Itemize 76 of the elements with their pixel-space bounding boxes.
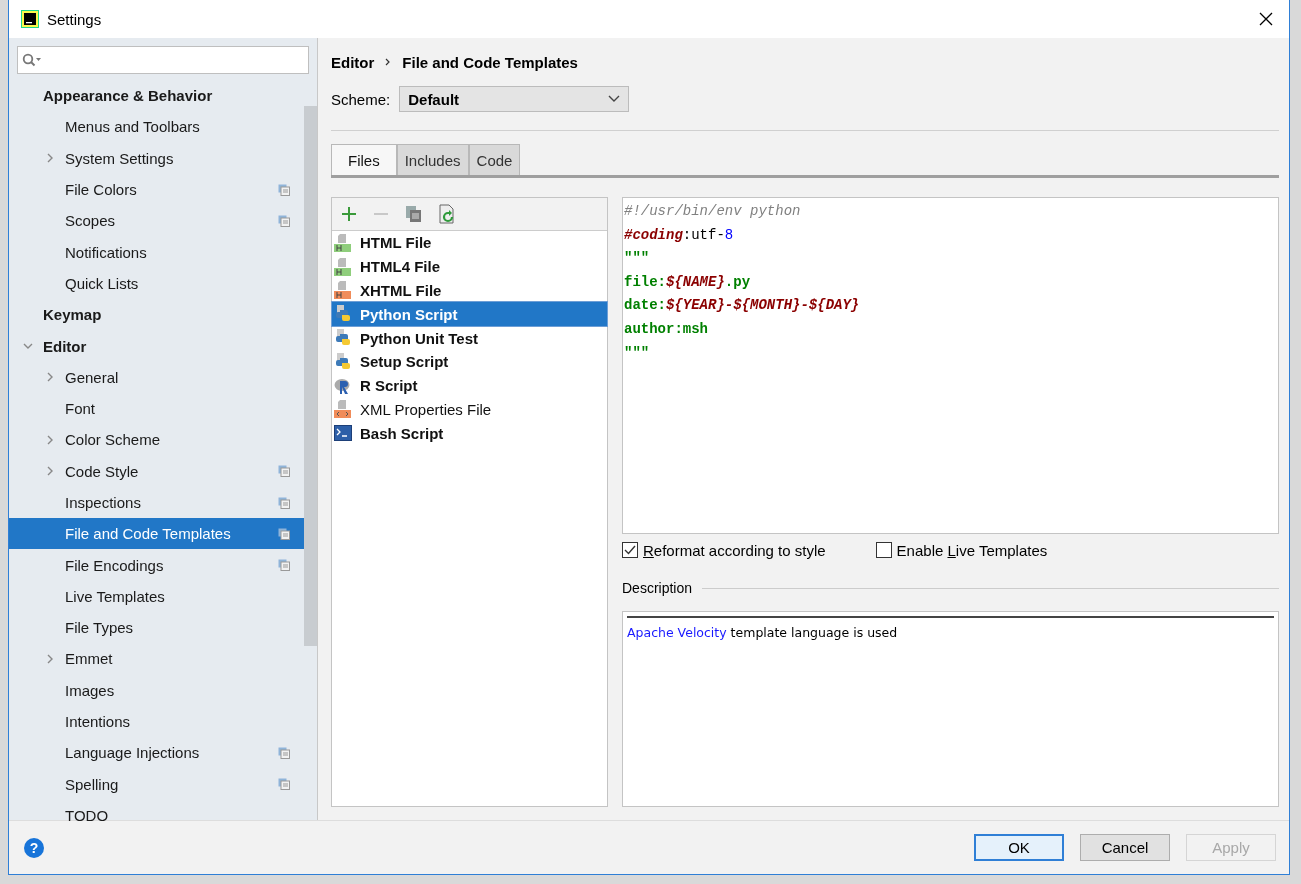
settings-tree-item[interactable]: Emmet — [9, 643, 304, 675]
copy-icon[interactable] — [405, 205, 423, 223]
template-item[interactable]: XHTML File — [332, 278, 607, 303]
settings-tree-item[interactable]: Code Style — [9, 455, 304, 487]
settings-tree-item[interactable]: Quick Lists — [9, 267, 304, 300]
code-line: #coding:utf-8 — [624, 226, 735, 245]
section-title: Description — [622, 580, 693, 596]
python-file-icon — [334, 305, 352, 324]
close-icon[interactable] — [1259, 12, 1273, 26]
add-icon[interactable] — [341, 206, 357, 222]
code-line: """ — [624, 344, 651, 363]
template-item[interactable]: HTML File — [332, 231, 607, 255]
template-item[interactable]: Bash Script — [332, 421, 607, 446]
tab[interactable]: Files — [331, 144, 397, 175]
settings-tree-item[interactable]: Live Templates — [9, 580, 304, 613]
settings-tree-item[interactable]: Appearance & Behavior — [9, 80, 304, 112]
scheme-dropdown[interactable]: Default — [399, 86, 630, 112]
description-text: Apache Velocity template language is used — [627, 625, 899, 640]
file-type-icon — [334, 281, 352, 300]
dialog-button[interactable]: Cancel — [1080, 834, 1170, 861]
settings-tree-item[interactable]: General — [9, 361, 304, 393]
template-item[interactable]: HTML4 File — [332, 254, 607, 279]
code-line: date:${YEAR}-${MONTH}-${DAY} — [624, 297, 861, 316]
template-item[interactable]: R Script — [332, 373, 607, 398]
template-item[interactable]: Python Script — [332, 302, 607, 327]
settings-tree-item[interactable]: Notifications — [9, 236, 304, 268]
terminal-icon — [334, 425, 352, 442]
code-line: author:msh — [624, 320, 709, 339]
template-item[interactable]: Python Unit Test — [332, 326, 607, 350]
checkbox[interactable] — [622, 542, 638, 558]
help-button[interactable]: ? — [24, 837, 44, 858]
settings-tree-item[interactable]: Font — [9, 392, 304, 425]
caret-icon — [608, 95, 621, 103]
breadcrumb-item: File and Code Templates — [402, 53, 578, 71]
scheme-label: Scheme: — [331, 90, 391, 108]
dialog-button[interactable]: OK — [974, 834, 1064, 861]
python-file-icon — [334, 329, 352, 348]
code-line: #!/usr/bin/env python — [624, 203, 802, 221]
tab[interactable]: Code — [468, 144, 521, 175]
settings-tree-item[interactable]: Editor — [9, 330, 304, 362]
settings-tree-item[interactable]: File Colors — [9, 173, 304, 206]
r-logo-icon — [334, 376, 352, 395]
search-icon — [22, 53, 42, 67]
link[interactable]: Apache Velocity — [627, 625, 727, 640]
tab[interactable]: Includes — [396, 144, 469, 175]
python-file-icon — [334, 352, 352, 371]
settings-tree-item[interactable]: File and Code Templates — [9, 518, 304, 550]
settings-tree-item[interactable]: Language Injections — [9, 737, 304, 769]
file-type-icon — [334, 257, 352, 276]
window-title: Settings — [47, 10, 102, 28]
settings-tree-item[interactable]: Spelling — [9, 768, 304, 800]
settings-tree-item[interactable]: System Settings — [9, 142, 304, 174]
search-field[interactable] — [17, 46, 309, 74]
code-line: file:${NAME}.py — [624, 273, 752, 292]
checkbox[interactable] — [875, 542, 892, 558]
breadcrumb-item: Editor — [331, 53, 375, 71]
reset-icon[interactable] — [439, 204, 457, 224]
code-line: """ — [624, 250, 651, 269]
settings-tree-item[interactable]: File Encodings — [9, 549, 304, 581]
settings-tree-item[interactable]: Menus and Toolbars — [9, 111, 304, 143]
checkbox-label[interactable]: Enable Live Templates — [896, 541, 1048, 559]
template-item[interactable]: Setup Script — [332, 350, 607, 374]
settings-tree-item[interactable]: Keymap — [9, 299, 304, 331]
file-type-icon — [334, 400, 352, 419]
file-type-icon — [334, 233, 352, 252]
settings-tree-item[interactable]: Scopes — [9, 205, 304, 237]
template-item[interactable]: XML Properties File — [332, 397, 607, 422]
app-icon — [21, 10, 39, 28]
settings-tree-item[interactable]: Intentions — [9, 705, 304, 738]
settings-tree-item[interactable]: TODO — [9, 799, 304, 832]
settings-tree-item[interactable]: File Types — [9, 612, 304, 644]
settings-tree-item[interactable]: Images — [9, 674, 304, 706]
settings-tree-item[interactable]: Color Scheme — [9, 424, 304, 456]
settings-tree-item[interactable]: Inspections — [9, 486, 304, 519]
template-code-editor[interactable]: #!/usr/bin/env python #coding:utf-8 """ file:${NAME}.py date:${YEAR}-${MONTH}-${DAY} author:msh """ — [622, 197, 1279, 534]
checkbox-label[interactable]: Reformat according to style — [643, 541, 826, 559]
